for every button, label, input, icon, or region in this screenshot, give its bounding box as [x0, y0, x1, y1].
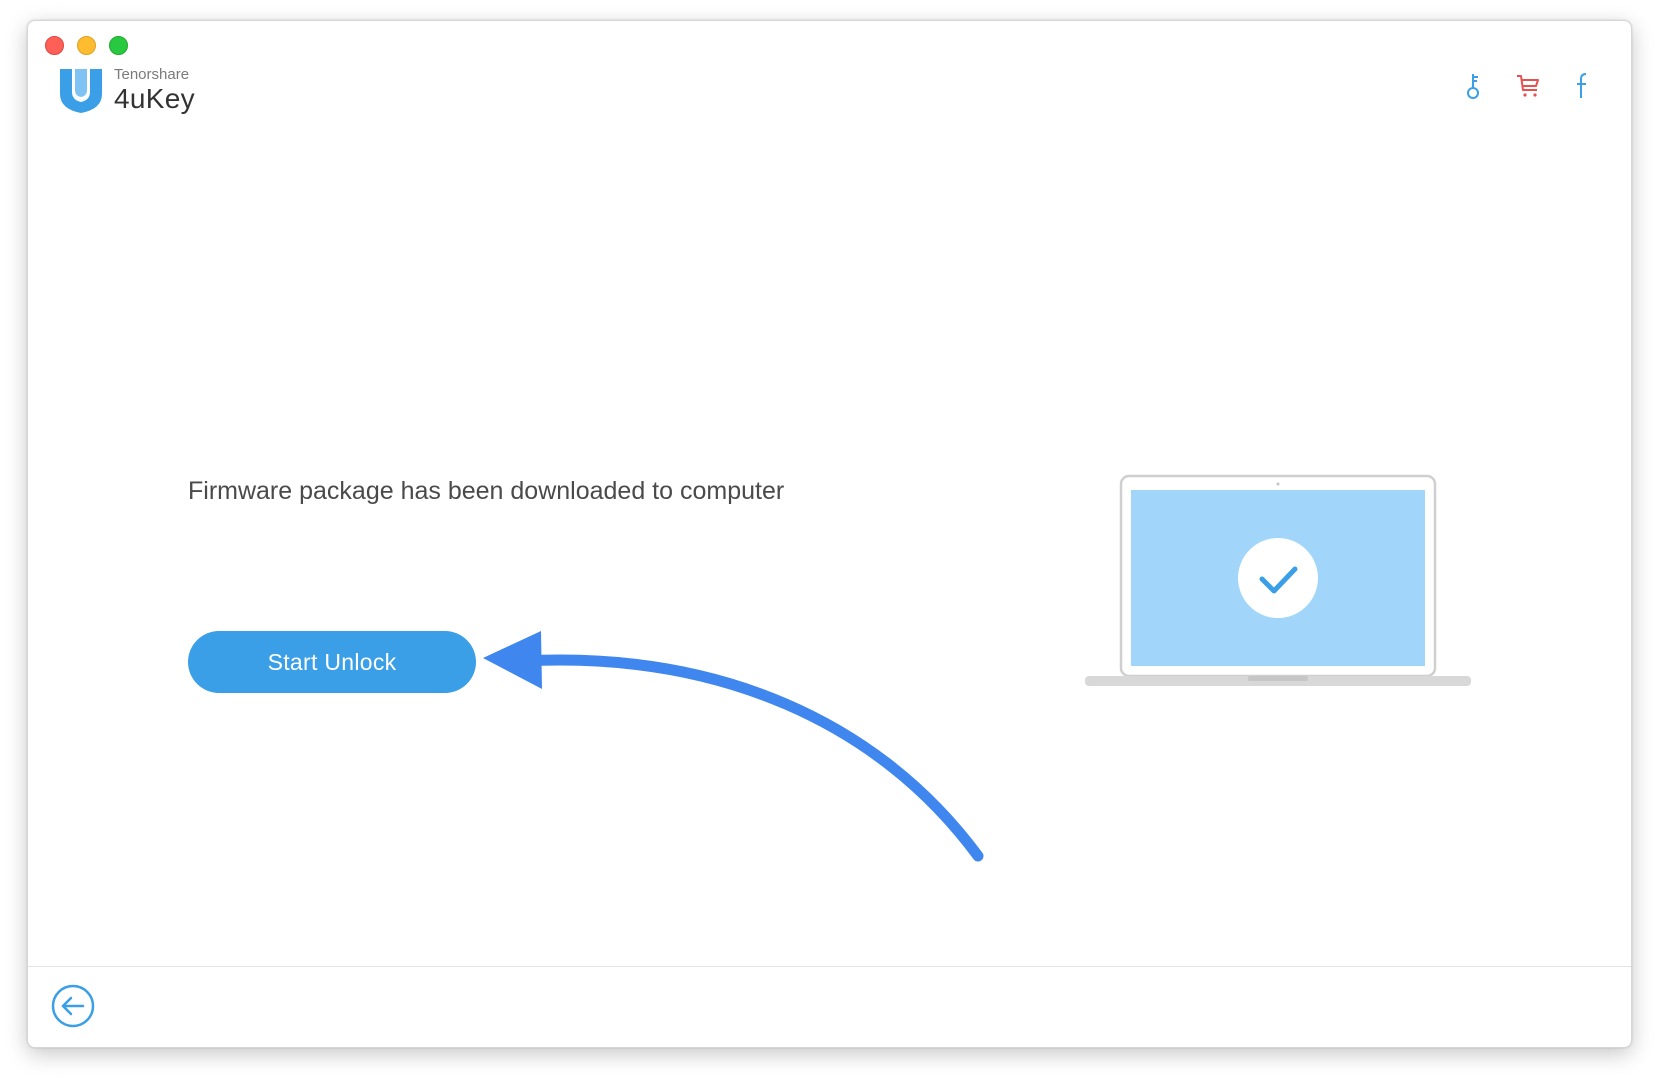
facebook-icon: [1577, 73, 1587, 98]
brand: Tenorshare 4uKey: [58, 66, 195, 114]
brand-company: Tenorshare: [114, 66, 190, 83]
laptop-check-icon: [1085, 474, 1471, 686]
close-window-button[interactable]: [45, 36, 64, 55]
minimize-window-button[interactable]: [77, 36, 96, 55]
brand-product: 4uKey: [114, 83, 195, 114]
maximize-window-button[interactable]: [109, 36, 128, 55]
cart-button[interactable]: [1513, 69, 1543, 103]
app-window: Tenorshare 4uKey Firmware package has be…: [27, 20, 1632, 1048]
facebook-button[interactable]: [1567, 69, 1597, 103]
start-unlock-button[interactable]: Start Unlock: [188, 631, 476, 693]
shield-logo-icon: [60, 69, 102, 113]
window-controls: [45, 36, 128, 55]
key-icon: [1467, 74, 1479, 99]
key-button[interactable]: [1459, 69, 1489, 103]
back-arrow-icon[interactable]: [50, 983, 96, 1029]
cart-icon: [1517, 75, 1539, 97]
header-actions: [1459, 69, 1597, 103]
footer-bar: [28, 966, 1631, 1047]
status-message: Firmware package has been downloaded to …: [188, 477, 785, 505]
